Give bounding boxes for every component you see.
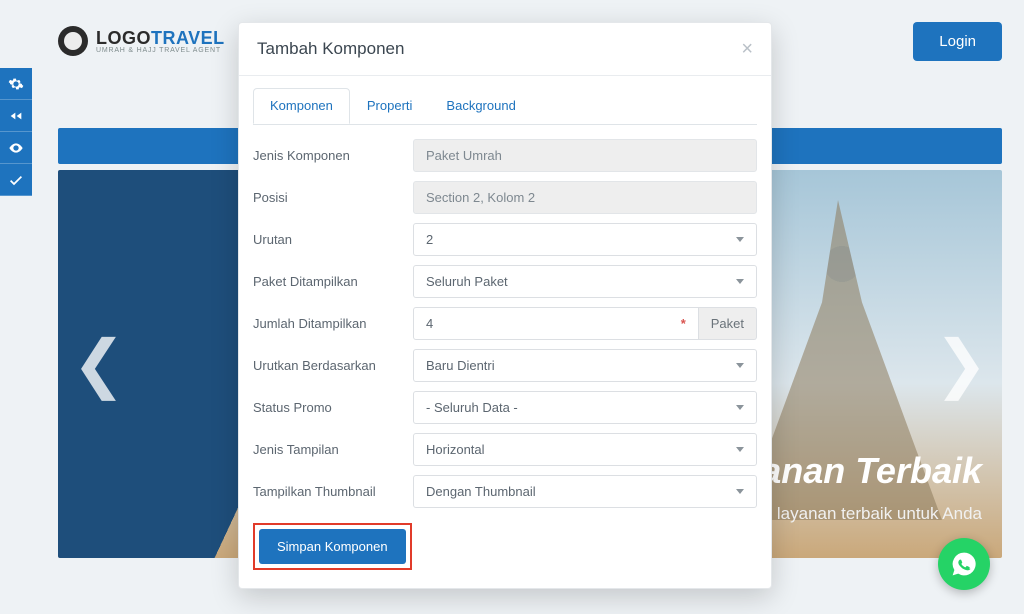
tool-preview[interactable]: [0, 132, 32, 164]
label-jenis-komponen: Jenis Komponen: [253, 148, 413, 163]
gears-icon: [8, 76, 24, 92]
check-icon: [8, 172, 24, 188]
select-status-promo[interactable]: - Seluruh Data -: [413, 391, 757, 424]
component-form: Jenis Komponen Paket Umrah Posisi Sectio…: [239, 125, 771, 588]
select-tampilkan-thumbnail[interactable]: Dengan Thumbnail: [413, 475, 757, 508]
input-jumlah-ditampilkan[interactable]: 4*: [413, 307, 699, 340]
caret-down-icon: [736, 237, 744, 242]
editor-side-toolbar: [0, 68, 32, 196]
label-posisi: Posisi: [253, 190, 413, 205]
tab-background[interactable]: Background: [429, 88, 532, 124]
rewind-icon: [8, 108, 24, 124]
addon-paket: Paket: [699, 307, 757, 340]
label-urutkan: Urutkan Berdasarkan: [253, 358, 413, 373]
label-status-promo: Status Promo: [253, 400, 413, 415]
tool-undo[interactable]: [0, 100, 32, 132]
required-mark: *: [681, 316, 686, 331]
label-jenis-tampilan: Jenis Tampilan: [253, 442, 413, 457]
field-jenis-komponen: Paket Umrah: [413, 139, 757, 172]
select-urutan[interactable]: 2: [413, 223, 757, 256]
field-posisi: Section 2, Kolom 2: [413, 181, 757, 214]
label-thumbnail: Tampilkan Thumbnail: [253, 484, 413, 499]
label-paket: Paket Ditampilkan: [253, 274, 413, 289]
label-jumlah: Jumlah Ditampilkan: [253, 316, 413, 331]
add-component-modal: Tambah Komponen × Komponen Properti Back…: [238, 22, 772, 589]
caret-down-icon: [736, 489, 744, 494]
caret-down-icon: [736, 447, 744, 452]
caret-down-icon: [736, 363, 744, 368]
tool-settings[interactable]: [0, 68, 32, 100]
logo-mark-icon: [58, 26, 88, 56]
label-urutan: Urutan: [253, 232, 413, 247]
select-urutkan-berdasarkan[interactable]: Baru Dientri: [413, 349, 757, 382]
eye-icon: [8, 140, 24, 156]
site-logo[interactable]: LOGOTRAVEL UMRAH & HAJJ TRAVEL AGENT: [58, 26, 225, 56]
submit-highlight: Simpan Komponen: [253, 523, 412, 570]
select-jenis-tampilan[interactable]: Horizontal: [413, 433, 757, 466]
tool-confirm[interactable]: [0, 164, 32, 196]
tab-properti[interactable]: Properti: [350, 88, 430, 124]
slider-next[interactable]: ❯: [934, 327, 988, 402]
whatsapp-fab[interactable]: [938, 538, 990, 590]
slider-prev[interactable]: ❮: [72, 327, 126, 402]
modal-tabs: Komponen Properti Background: [239, 76, 771, 124]
logo-word-1: LOGO: [96, 28, 151, 48]
select-paket-ditampilkan[interactable]: Seluruh Paket: [413, 265, 757, 298]
modal-close-button[interactable]: ×: [741, 39, 753, 59]
save-component-button[interactable]: Simpan Komponen: [259, 529, 406, 564]
tab-komponen[interactable]: Komponen: [253, 88, 350, 124]
modal-title: Tambah Komponen: [257, 39, 404, 59]
logo-subtitle: UMRAH & HAJJ TRAVEL AGENT: [96, 47, 225, 54]
login-button[interactable]: Login: [913, 22, 1002, 61]
caret-down-icon: [736, 279, 744, 284]
whatsapp-icon: [950, 550, 978, 578]
logo-word-2: TRAVEL: [151, 28, 225, 48]
caret-down-icon: [736, 405, 744, 410]
